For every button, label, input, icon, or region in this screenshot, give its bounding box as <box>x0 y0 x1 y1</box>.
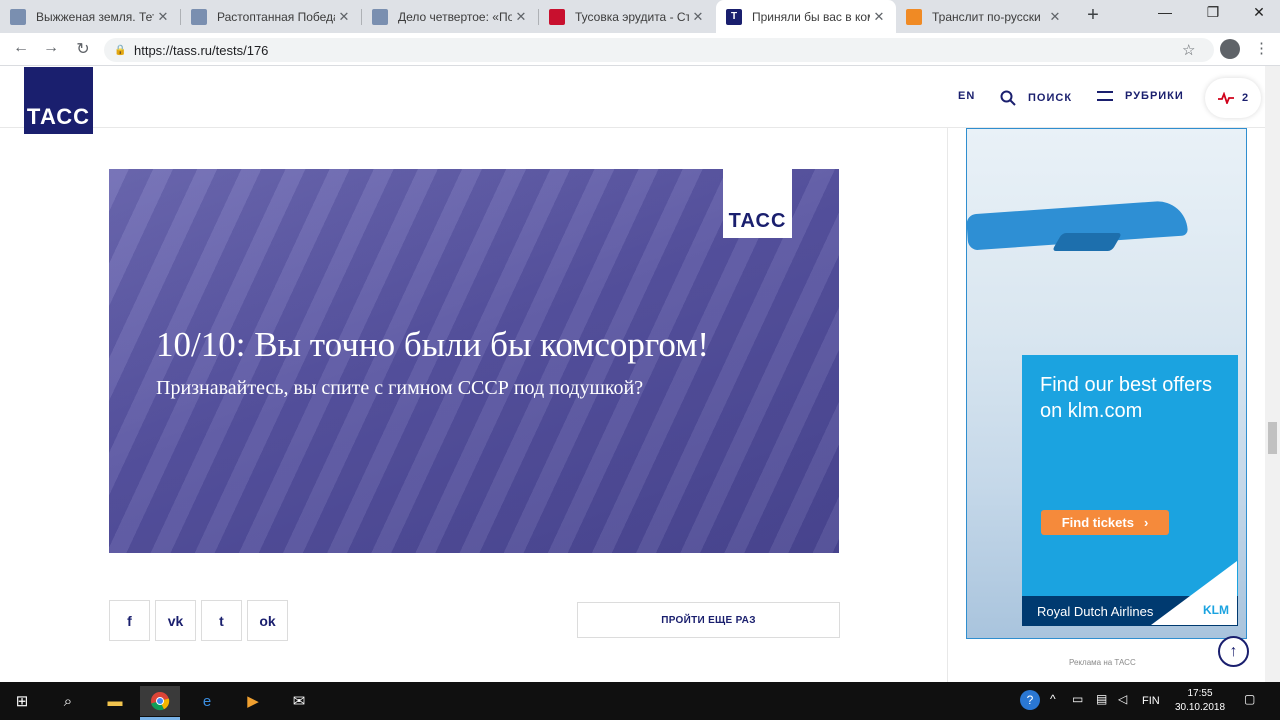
scrollbar-thumb[interactable] <box>1268 422 1277 454</box>
close-tab-icon[interactable]: ✕ <box>154 9 172 25</box>
quiz-result-banner: ТАСС 10/10: Вы точно были бы комсоргом! … <box>109 169 839 553</box>
rubrics-label: РУБРИКИ <box>1125 90 1184 102</box>
windows-taskbar: ⊞ ⌕ ▬ e ▶ ✉ ? ^ ▭ ▤ ◁ FIN 17:55 30.10.20… <box>0 682 1280 720</box>
pulse-count: 2 <box>1241 92 1249 104</box>
find-tickets-label: Find tickets <box>1061 515 1134 530</box>
clock[interactable]: 17:55 30.10.2018 <box>1172 687 1228 715</box>
chevron-right-icon: › <box>1143 515 1149 530</box>
facebook-share-button[interactable]: f <box>109 600 150 641</box>
address-bar[interactable]: 🔒 https://tass.ru/tests/176 <box>104 38 1214 62</box>
browser-tab-active[interactable]: T Приняли бы вас в ком ✕ <box>716 0 896 33</box>
pulse-icon <box>1217 92 1234 104</box>
network-icon[interactable]: ▤ <box>1096 692 1107 706</box>
help-icon[interactable]: ? <box>1020 690 1040 710</box>
restore-button[interactable]: ❐ <box>1190 4 1236 26</box>
clock-time: 17:55 <box>1187 688 1213 699</box>
tass-watermark-logo: ТАСС <box>723 169 792 238</box>
battery-icon[interactable]: ▭ <box>1072 692 1083 706</box>
find-tickets-button[interactable]: Find tickets › <box>1041 510 1169 535</box>
close-tab-icon[interactable]: ✕ <box>689 9 707 25</box>
news-pulse-button[interactable]: 2 <box>1205 78 1261 118</box>
page-viewport: ТАСС EN ПОИСК РУБРИКИ 2 ТАСС 10/10: Вы т… <box>0 66 1280 682</box>
media-player-icon[interactable]: ▶ <box>233 686 273 716</box>
ad-headline: Find our best offers on klm.com <box>1040 374 1212 422</box>
close-window-button[interactable]: ✕ <box>1236 4 1280 26</box>
new-tab-button[interactable]: + <box>1082 4 1104 28</box>
reload-icon[interactable]: ↻ <box>72 39 94 61</box>
tab-title: Тусовка эрудита - Стр <box>575 9 689 24</box>
close-tab-icon[interactable]: ✕ <box>1046 9 1064 25</box>
chrome-icon <box>151 692 170 711</box>
chevron-up-icon[interactable]: ^ <box>1050 692 1056 706</box>
search-icon[interactable]: ⌕ <box>48 686 88 716</box>
volume-icon[interactable]: ◁ <box>1118 692 1127 706</box>
windows-start-icon[interactable]: ⊞ <box>2 686 42 716</box>
close-tab-icon[interactable]: ✕ <box>870 9 888 25</box>
browser-tab[interactable]: Транслит по-русски ✕ <box>896 0 1072 33</box>
browser-menu-icon[interactable]: ⋮ <box>1254 39 1269 57</box>
close-tab-icon[interactable]: ✕ <box>512 9 530 25</box>
browser-tab[interactable]: Тусовка эрудита - Стр ✕ <box>539 0 715 33</box>
book-icon <box>372 8 388 25</box>
edge-icon[interactable]: e <box>187 686 227 716</box>
bookmark-star-icon[interactable]: ☆ <box>1182 41 1195 59</box>
odnoklassniki-icon: ok <box>259 612 276 629</box>
tab-title: Растоптанная Победа. <box>217 9 335 24</box>
column-divider <box>947 128 948 682</box>
odnoklassniki-share-button[interactable]: ok <box>247 600 288 641</box>
vk-share-button[interactable]: vk <box>155 600 196 641</box>
tab-title: Дело четвертое: «Пов <box>398 9 512 24</box>
rubrics-button[interactable]: РУБРИКИ <box>1097 90 1184 102</box>
scroll-to-top-button[interactable]: ↑ <box>1218 636 1249 667</box>
twitter-share-button[interactable]: t <box>201 600 242 641</box>
file-explorer-icon[interactable]: ▬ <box>95 686 135 716</box>
input-language[interactable]: FIN <box>1142 695 1160 707</box>
arrow-up-icon: ↑ <box>1229 642 1238 660</box>
retry-test-button[interactable]: ПРОЙТИ ЕЩЕ РАЗ <box>577 602 840 638</box>
mail-icon[interactable]: ✉ <box>279 686 319 716</box>
site-header: ТАСС EN ПОИСК РУБРИКИ 2 <box>0 66 1265 134</box>
back-arrow-icon[interactable]: ← <box>10 39 32 61</box>
book-icon <box>191 8 207 25</box>
tab-title: Транслит по-русски <box>932 9 1041 24</box>
language-switch[interactable]: EN <box>958 90 975 102</box>
tab-title: Выжженая земля. Тетр <box>36 9 154 24</box>
tass-logo[interactable]: ТАСС <box>24 67 93 134</box>
result-subtitle: Признавайтесь, вы спите с гимном СССР по… <box>156 377 644 399</box>
chrome-taskbar-icon[interactable] <box>140 686 180 716</box>
forward-arrow-icon[interactable]: → <box>40 39 62 61</box>
search-button[interactable]: ПОИСК <box>1000 90 1072 106</box>
twitter-icon: t <box>219 612 224 629</box>
tass-t-icon: T <box>726 8 742 25</box>
vk-icon: vk <box>167 612 184 629</box>
browser-tab[interactable]: Растоптанная Победа. ✕ <box>181 0 361 33</box>
search-icon <box>1000 90 1016 106</box>
hamburger-icon <box>1097 91 1113 101</box>
search-label: ПОИСК <box>1028 92 1073 104</box>
red-logo-icon <box>549 8 565 25</box>
minimize-button[interactable]: — <box>1142 4 1188 26</box>
clock-date: 30.10.2018 <box>1174 702 1226 713</box>
klm-advertisement[interactable]: Find our best offers on klm.com Find tic… <box>966 128 1247 639</box>
notifications-icon[interactable]: ▢ <box>1244 692 1255 706</box>
browser-tab[interactable]: Дело четвертое: «Пов ✕ <box>362 0 538 33</box>
browser-tab[interactable]: Выжженая земля. Тетр ✕ <box>0 0 180 33</box>
tab-title: Приняли бы вас в ком <box>752 9 870 24</box>
url-text: https://tass.ru/tests/176 <box>134 42 269 58</box>
close-tab-icon[interactable]: ✕ <box>335 9 353 25</box>
page-scrollbar[interactable] <box>1265 66 1280 682</box>
result-title: 10/10: Вы точно были бы комсоргом! <box>156 325 710 364</box>
browser-toolbar: ← → ↻ 🔒 https://tass.ru/tests/176 ☆ ⋮ <box>0 33 1280 66</box>
facebook-icon: f <box>127 612 132 629</box>
book-icon <box>10 8 26 25</box>
lock-icon: 🔒 <box>114 44 127 56</box>
airplane-wing-graphic <box>1051 233 1123 251</box>
ad-caption: Реклама на ТАСС <box>1069 658 1136 667</box>
account-avatar-icon[interactable] <box>1220 39 1240 59</box>
orange-square-icon <box>906 8 922 25</box>
browser-tab-strip: Выжженая земля. Тетр ✕ Растоптанная Побе… <box>0 0 1280 33</box>
